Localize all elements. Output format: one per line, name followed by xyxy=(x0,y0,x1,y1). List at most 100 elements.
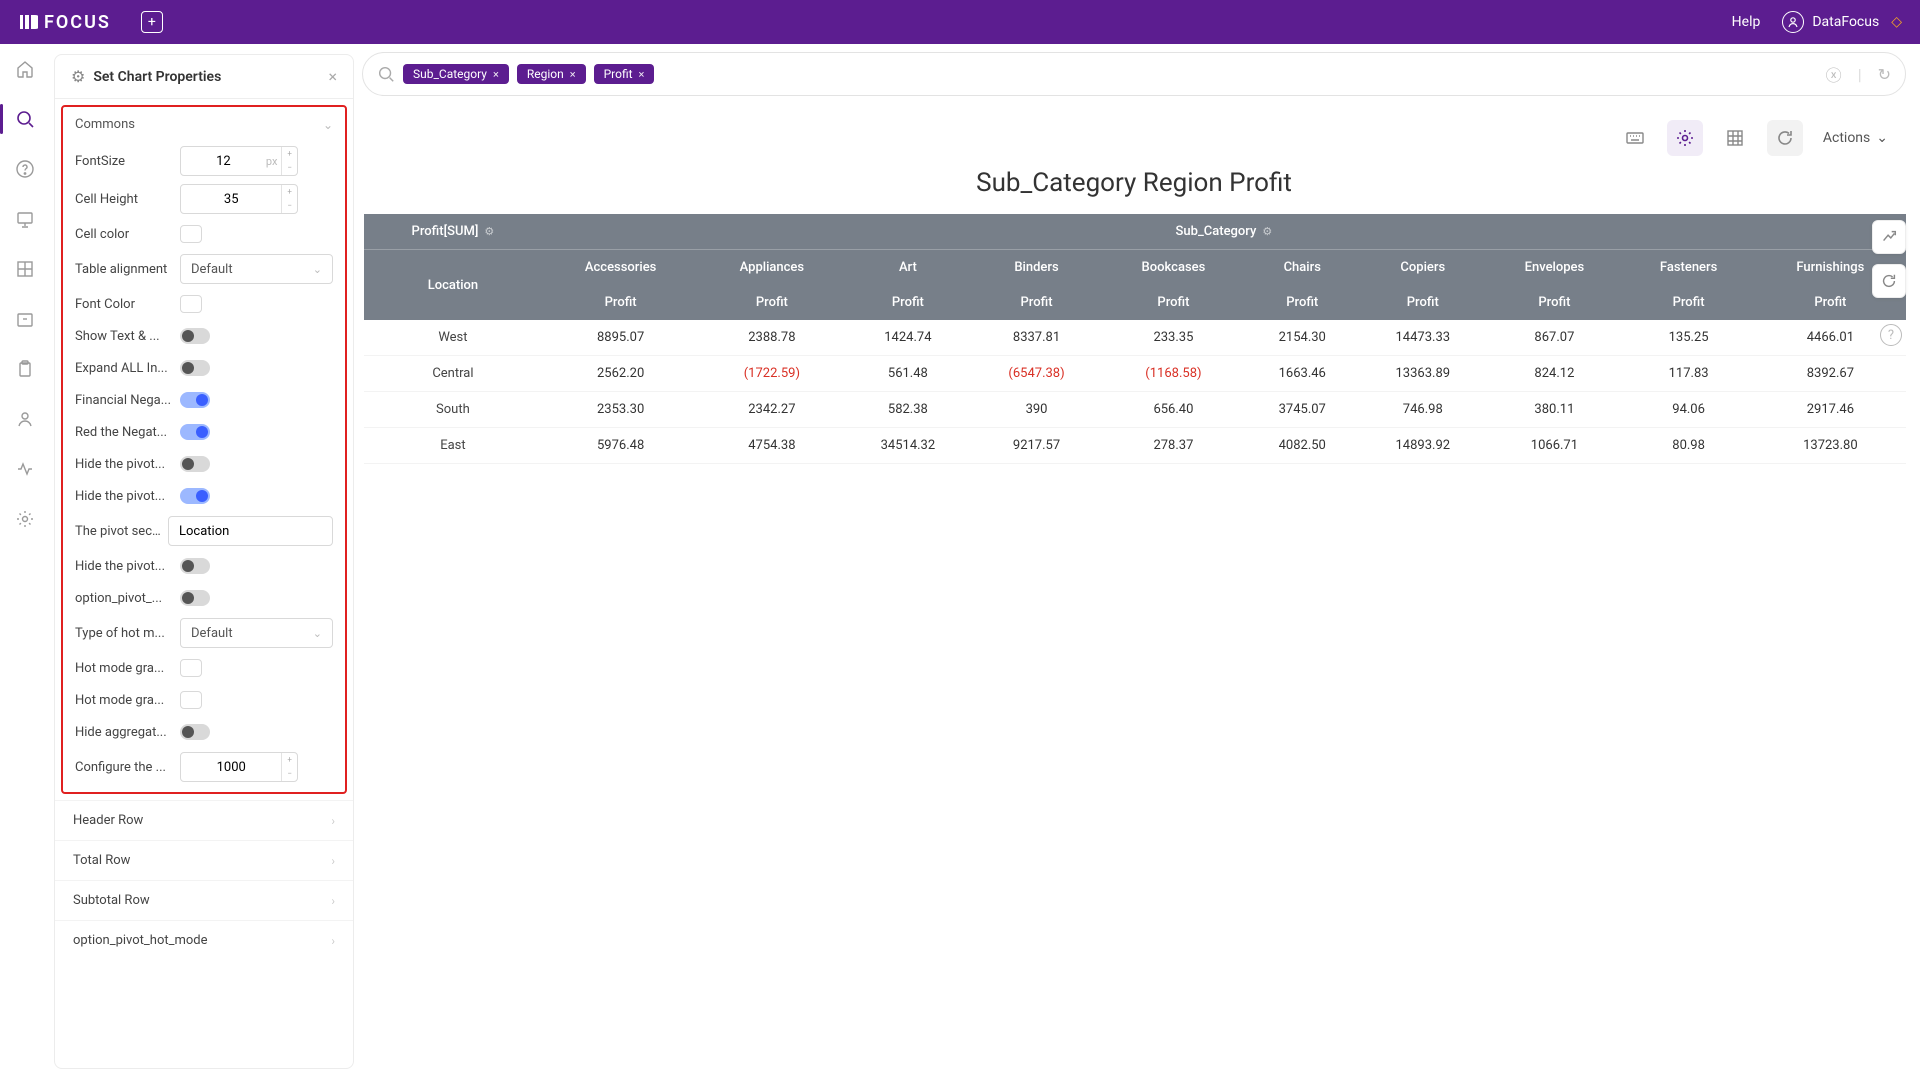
row-label: Central xyxy=(364,356,542,392)
reload-button[interactable] xyxy=(1872,264,1906,298)
hideagg-toggle[interactable] xyxy=(180,724,210,740)
total-row-section[interactable]: Total Row› xyxy=(55,840,353,880)
rail-search-icon[interactable] xyxy=(14,108,36,130)
pill-label: Profit xyxy=(604,67,633,81)
location-header[interactable]: Location xyxy=(364,250,542,321)
step-down[interactable]: − xyxy=(282,199,297,213)
table-row: Central2562.20(1722.59)561.48(6547.38)(1… xyxy=(364,356,1906,392)
refresh-chart-button[interactable] xyxy=(1767,120,1803,156)
redneg-toggle[interactable] xyxy=(180,424,210,440)
cell-value: 14893.92 xyxy=(1359,428,1486,464)
value-label-header: Profit xyxy=(699,285,844,320)
pill-sub-category[interactable]: Sub_Category× xyxy=(403,64,509,84)
option-pivot-hot-mode-section[interactable]: option_pivot_hot_mode› xyxy=(55,920,353,960)
column-header[interactable]: Appliances xyxy=(699,250,844,286)
column-header[interactable]: Bookcases xyxy=(1102,250,1246,286)
cellheight-input[interactable] xyxy=(181,192,281,207)
row-label: East xyxy=(364,428,542,464)
pill-region[interactable]: Region× xyxy=(517,64,586,84)
pill-remove-icon[interactable]: × xyxy=(639,68,645,81)
step-down[interactable]: − xyxy=(282,161,297,175)
subcategory-header[interactable]: Sub_Category⚙ xyxy=(542,214,1906,250)
step-down[interactable]: − xyxy=(282,767,297,781)
column-header[interactable]: Fasteners xyxy=(1622,250,1754,286)
expand-chart-button[interactable] xyxy=(1872,220,1906,254)
rail-settings-icon[interactable] xyxy=(14,508,36,530)
cellheight-stepper[interactable]: +− xyxy=(180,184,298,214)
gear-icon[interactable]: ⚙ xyxy=(1262,225,1272,238)
redneg-label: Red the Negat... xyxy=(75,425,180,440)
optionpivot-toggle[interactable] xyxy=(180,590,210,606)
rail-box-icon[interactable] xyxy=(14,308,36,330)
avatar-icon xyxy=(1782,11,1804,33)
rail-help-icon[interactable] xyxy=(14,158,36,180)
gear-icon[interactable]: ⚙ xyxy=(484,225,494,238)
hidepivot3-toggle[interactable] xyxy=(180,558,210,574)
finneg-toggle[interactable] xyxy=(180,392,210,408)
step-up[interactable]: + xyxy=(282,753,297,767)
hotgrad1-swatch[interactable] xyxy=(180,659,202,677)
fontsize-stepper[interactable]: px+− xyxy=(180,146,298,176)
cell-value: 94.06 xyxy=(1622,392,1754,428)
rail-user-icon[interactable] xyxy=(14,408,36,430)
commons-header[interactable]: Commons ⌄ xyxy=(63,107,345,142)
expandall-toggle[interactable] xyxy=(180,360,210,376)
rail-home-icon[interactable] xyxy=(14,58,36,80)
rail-clipboard-icon[interactable] xyxy=(14,358,36,380)
column-header[interactable]: Accessories xyxy=(542,250,700,286)
subtotal-row-section[interactable]: Subtotal Row› xyxy=(55,880,353,920)
pivot-table: Profit[SUM]⚙Sub_Category⚙LocationAccesso… xyxy=(364,214,1906,464)
fontcolor-swatch[interactable] xyxy=(180,295,202,313)
query-bar[interactable]: Sub_Category× Region× Profit× ⓧ | ↻ xyxy=(362,52,1906,96)
cell-value: 824.12 xyxy=(1486,356,1622,392)
cell-value: 2154.30 xyxy=(1245,320,1359,356)
column-header[interactable]: Copiers xyxy=(1359,250,1486,286)
user-menu[interactable]: DataFocus ◇ xyxy=(1782,11,1902,33)
cell-value: 80.98 xyxy=(1622,428,1754,464)
keyboard-icon[interactable] xyxy=(1617,120,1653,156)
help-icon[interactable]: ? xyxy=(1880,324,1902,346)
tablealign-value: Default xyxy=(191,262,233,277)
row-label: South xyxy=(364,392,542,428)
chart-title: Sub_Category Region Profit xyxy=(362,168,1906,198)
rail-activity-icon[interactable] xyxy=(14,458,36,480)
pill-profit[interactable]: Profit × xyxy=(594,64,655,84)
column-header[interactable]: Chairs xyxy=(1245,250,1359,286)
hidepivot1-toggle[interactable] xyxy=(180,456,210,472)
step-up[interactable]: + xyxy=(282,147,297,161)
new-tab-button[interactable]: + xyxy=(141,11,163,33)
rail-grid-icon[interactable] xyxy=(14,258,36,280)
step-up[interactable]: + xyxy=(282,185,297,199)
table-row: West8895.072388.781424.748337.81233.3521… xyxy=(364,320,1906,356)
configure-input[interactable] xyxy=(181,760,281,775)
column-header[interactable]: Envelopes xyxy=(1486,250,1622,286)
properties-title: Set Chart Properties xyxy=(93,69,328,85)
showtext-toggle[interactable] xyxy=(180,328,210,344)
cell-value: 2917.46 xyxy=(1755,392,1906,428)
refresh-query-button[interactable]: ↻ xyxy=(1878,65,1891,84)
profit-sum-header[interactable]: Profit[SUM]⚙ xyxy=(364,214,542,250)
cellcolor-swatch[interactable] xyxy=(180,225,202,243)
clear-query-button[interactable]: ⓧ xyxy=(1826,62,1842,86)
configure-stepper[interactable]: +− xyxy=(180,752,298,782)
close-panel-button[interactable]: × xyxy=(328,67,337,86)
pill-remove-icon[interactable]: × xyxy=(493,68,499,81)
table-view-button[interactable] xyxy=(1717,120,1753,156)
chevron-right-icon: › xyxy=(331,814,335,828)
fontsize-input[interactable] xyxy=(181,154,266,169)
column-header[interactable]: Binders xyxy=(971,250,1101,286)
column-header[interactable]: Art xyxy=(844,250,971,286)
tablealign-select[interactable]: Default⌄ xyxy=(180,254,333,284)
rail-presentation-icon[interactable] xyxy=(14,208,36,230)
cell-value: 1066.71 xyxy=(1486,428,1622,464)
pill-remove-icon[interactable]: × xyxy=(570,68,576,81)
hidepivot2-toggle[interactable] xyxy=(180,488,210,504)
pivotseco-input[interactable] xyxy=(168,516,333,546)
settings-button[interactable] xyxy=(1667,120,1703,156)
actions-dropdown[interactable]: Actions⌄ xyxy=(1823,130,1888,146)
help-link[interactable]: Help xyxy=(1732,14,1761,30)
hotmode-select[interactable]: Default⌄ xyxy=(180,618,333,648)
cell-value: 5976.48 xyxy=(542,428,700,464)
hotgrad2-swatch[interactable] xyxy=(180,691,202,709)
header-row-section[interactable]: Header Row› xyxy=(55,800,353,840)
